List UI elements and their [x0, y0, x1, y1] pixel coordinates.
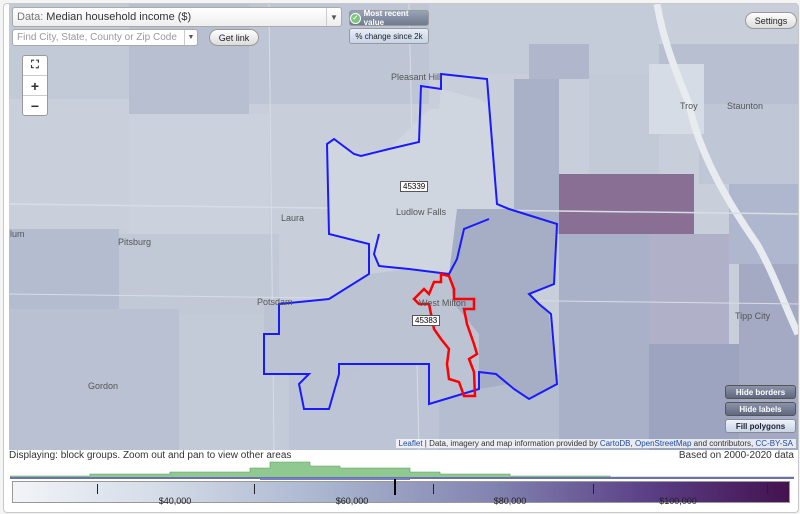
zip-label-45339: 45339 — [400, 181, 429, 192]
map-attribution: Leaflet | Data, imagery and map informat… — [395, 439, 796, 448]
place-label-laura: Laura — [281, 213, 305, 223]
zoom-in-button[interactable]: + — [23, 76, 47, 96]
most-recent-label: Most recent value — [363, 9, 409, 27]
chevron-down-icon[interactable]: ▼ — [326, 8, 341, 26]
place-label-gordon: Gordon — [88, 381, 119, 391]
place-label-staunton: Staunton — [727, 101, 764, 111]
value-histogram — [10, 461, 794, 480]
fill-polygons-button[interactable]: Fill polygons — [725, 419, 796, 433]
hide-borders-button[interactable]: Hide borders — [725, 385, 796, 399]
legend-tick — [433, 484, 434, 494]
attribution-text-1: | Data, imagery and map information prov… — [422, 439, 600, 448]
osm-link[interactable]: OpenStreetMap — [635, 439, 691, 448]
place-label-west-milton: West Milton — [419, 298, 466, 308]
legend-label: $60,000 — [335, 496, 369, 506]
place-label-pitsburg: Pitsburg — [118, 237, 152, 247]
get-link-button[interactable]: Get link — [209, 29, 259, 46]
place-label-potsdam: Potsdam — [257, 297, 293, 307]
place-label-pleasant-hill: Pleasant Hill — [391, 72, 442, 82]
search-placeholder: Find City, State, County or Zip Code — [17, 32, 177, 43]
hide-labels-button[interactable]: Hide labels — [725, 402, 796, 416]
place-label-ludlow-falls: Ludlow Falls — [396, 207, 447, 217]
place-label-tipp-city: Tipp City — [735, 311, 771, 321]
place-label-lum: lum — [10, 229, 25, 239]
choropleth-map[interactable] — [9, 4, 798, 450]
app-frame: Pleasant Hill Troy Staunton Laura Ludlow… — [3, 3, 799, 513]
legend-tick — [254, 484, 255, 494]
search-input[interactable]: Find City, State, County or Zip Code ▼ — [12, 29, 198, 46]
license-link[interactable]: CC-BY-SA — [756, 439, 794, 448]
fullscreen-icon[interactable]: ⛶ — [23, 56, 47, 76]
chevron-down-icon[interactable]: ▼ — [184, 30, 197, 45]
data-select-value: Median household income ($) — [46, 11, 192, 23]
check-icon: ✓ — [350, 12, 361, 24]
most-recent-value-button[interactable]: ✓ Most recent value — [349, 9, 429, 27]
data-select[interactable]: Data: Median household income ($) ▼ — [12, 7, 342, 27]
legend-label: $100,000 — [659, 496, 697, 506]
attribution-text-2: and contributors, — [691, 439, 756, 448]
map-view[interactable]: Pleasant Hill Troy Staunton Laura Ludlow… — [9, 4, 798, 450]
zoom-control: ⛶ + − — [22, 55, 48, 116]
place-label-troy: Troy — [680, 101, 698, 111]
zip-label-45383: 45383 — [412, 315, 441, 326]
zoom-out-button[interactable]: − — [23, 96, 47, 115]
legend-marker — [394, 479, 396, 495]
legend-tick — [767, 484, 768, 494]
leaflet-link[interactable]: Leaflet — [399, 439, 423, 448]
change-since-2k-button[interactable]: % change since 2k — [349, 28, 429, 44]
cartodb-link[interactable]: CartoDB — [600, 439, 631, 448]
data-select-label: Data: — [17, 11, 44, 23]
color-legend: $40,000 $60,000 $80,000 $100,000 — [12, 479, 790, 506]
legend-tick — [593, 484, 594, 494]
legend-label: $40,000 — [158, 496, 192, 506]
legend-tick — [97, 484, 98, 494]
legend-label: $80,000 — [493, 496, 527, 506]
settings-button[interactable]: Settings — [745, 12, 797, 29]
